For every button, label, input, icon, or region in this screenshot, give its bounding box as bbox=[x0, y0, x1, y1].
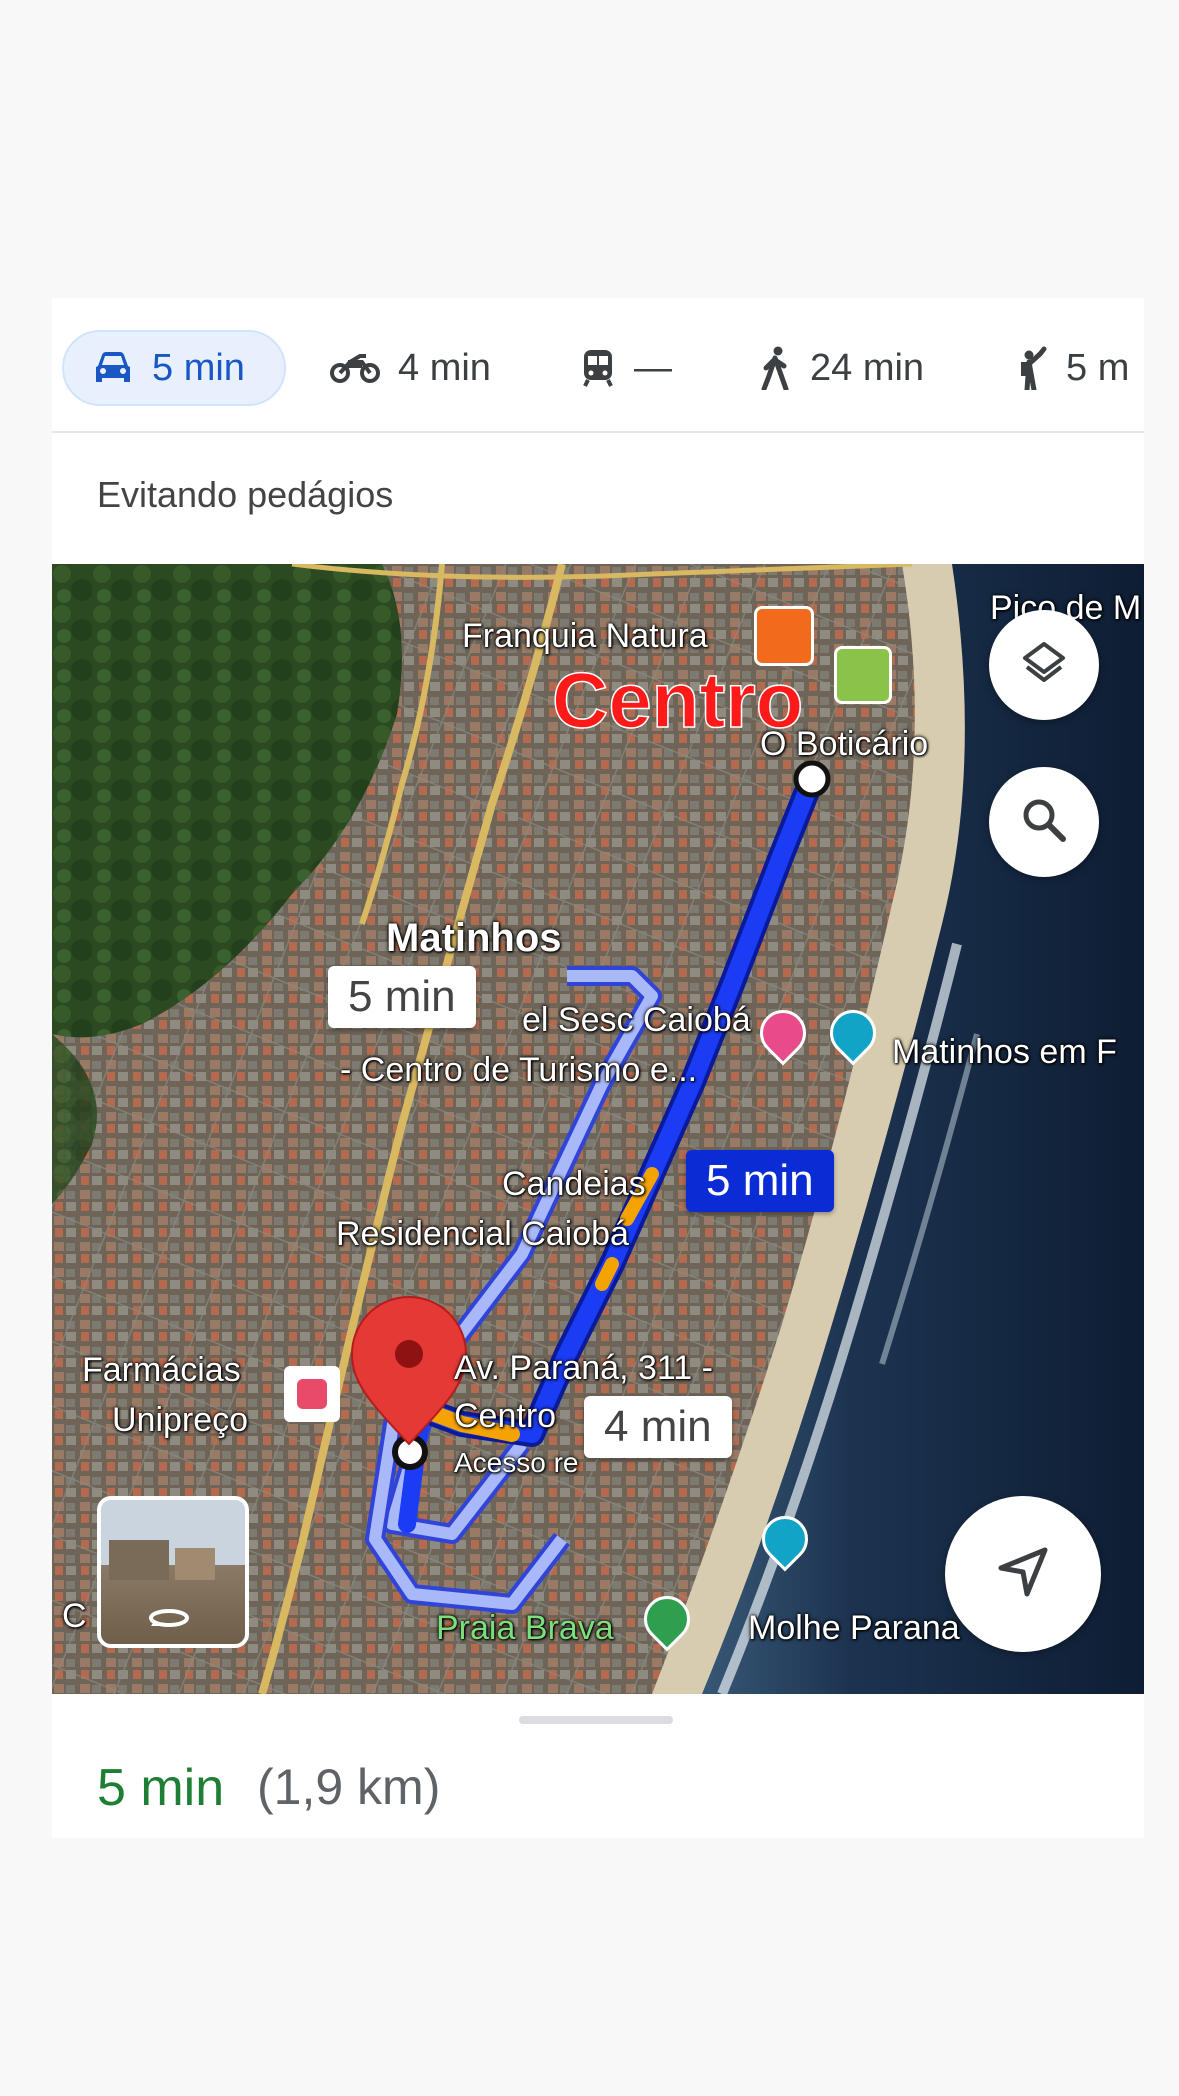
selected-route-time-callout[interactable]: 5 min bbox=[686, 1150, 834, 1212]
route-option-text: Evitando pedágios bbox=[97, 474, 394, 515]
mode-walking-label: 24 min bbox=[810, 346, 925, 389]
car-icon bbox=[92, 350, 134, 386]
mode-motorcycle[interactable]: 4 min bbox=[330, 330, 491, 406]
mode-ride-hail-label: 5 m bbox=[1066, 346, 1130, 389]
place-label[interactable]: - Centro de Turismo e... bbox=[340, 1051, 697, 1089]
route-distance: (1,9 km) bbox=[257, 1759, 441, 1815]
place-label[interactable]: Candeias bbox=[502, 1165, 646, 1203]
place-label[interactable]: Acesso re bbox=[454, 1447, 579, 1479]
route-time-callout[interactable]: 5 min bbox=[328, 966, 476, 1028]
motorcycle-icon bbox=[330, 352, 380, 384]
mode-walking[interactable]: 24 min bbox=[758, 330, 924, 406]
mode-transit-label: — bbox=[634, 346, 672, 389]
mode-transit[interactable]: — bbox=[580, 330, 672, 406]
search-icon bbox=[1019, 795, 1069, 850]
place-label[interactable]: Matinhos em F bbox=[892, 1033, 1117, 1071]
place-label[interactable]: Residencial Caiobá bbox=[336, 1215, 629, 1253]
place-label[interactable]: Centro bbox=[454, 1397, 556, 1435]
route-duration: 5 min bbox=[97, 1759, 225, 1817]
walk-icon bbox=[758, 346, 792, 390]
search-along-route-button[interactable] bbox=[989, 767, 1099, 877]
mode-motorcycle-label: 4 min bbox=[398, 346, 491, 389]
place-label[interactable]: O Boticário bbox=[760, 725, 928, 763]
map-view[interactable]: Centro Franquia Natura O Boticário Pico … bbox=[52, 564, 1144, 1694]
layers-icon bbox=[1019, 638, 1069, 693]
route-time-callout[interactable]: 4 min bbox=[584, 1396, 732, 1458]
place-label[interactable]: Unipreço bbox=[112, 1401, 248, 1439]
place-label[interactable]: Praia Brava bbox=[436, 1609, 614, 1647]
place-label[interactable]: el Sesc Caiobá bbox=[522, 1001, 751, 1039]
transit-icon bbox=[580, 348, 616, 388]
mode-ride-hail[interactable]: 5 m bbox=[1014, 330, 1129, 406]
pharmacy-poi-icon[interactable] bbox=[284, 1366, 340, 1422]
natura-poi-icon[interactable] bbox=[754, 606, 814, 666]
mode-driving[interactable]: 5 min bbox=[62, 330, 286, 406]
navigation-arrow-icon bbox=[995, 1544, 1051, 1605]
street-view-thumbnail[interactable] bbox=[97, 1496, 249, 1648]
rotate-360-icon bbox=[147, 1606, 191, 1635]
place-label[interactable]: Molhe Parana bbox=[748, 1609, 960, 1647]
travel-mode-bar: 5 min 4 min — 24 min 5 m bbox=[52, 298, 1144, 433]
recenter-button[interactable] bbox=[945, 1496, 1101, 1652]
place-label[interactable]: Farmácias bbox=[82, 1351, 241, 1389]
directions-card: 5 min 4 min — 24 min 5 m Evitando pedági… bbox=[52, 298, 1144, 1838]
mode-driving-label: 5 min bbox=[152, 346, 245, 389]
place-label[interactable]: Franquia Natura bbox=[462, 617, 708, 655]
place-label[interactable]: C bbox=[62, 1597, 87, 1635]
layers-button[interactable] bbox=[989, 610, 1099, 720]
sheet-drag-handle[interactable] bbox=[519, 1716, 673, 1724]
place-label[interactable]: Av. Paraná, 311 - bbox=[454, 1349, 713, 1387]
boticario-poi-icon[interactable] bbox=[834, 646, 892, 704]
ride-hail-icon bbox=[1014, 346, 1048, 390]
bottom-sheet[interactable]: 5 min (1,9 km) bbox=[52, 1694, 1144, 1838]
place-label[interactable]: Matinhos bbox=[386, 916, 562, 960]
